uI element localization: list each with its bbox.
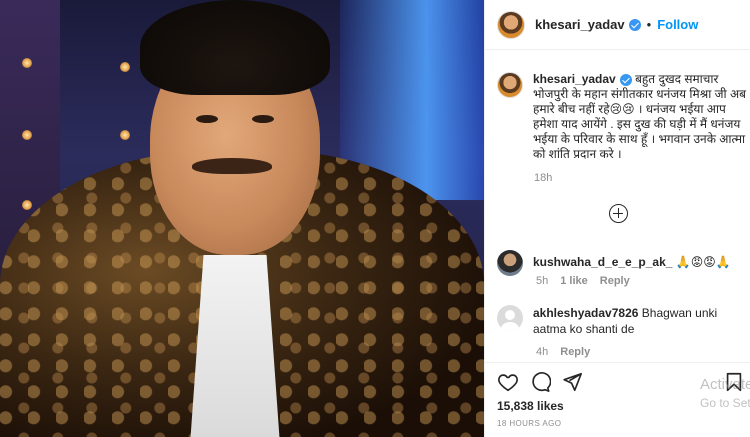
comment-likes[interactable]: 1 like — [560, 275, 588, 287]
separator-dot: • — [646, 17, 652, 32]
default-avatar-icon[interactable] — [497, 305, 523, 331]
comment-meta: 5h 1 like Reply — [536, 275, 630, 287]
person-eye — [252, 115, 274, 123]
post-caption: khesari_yadav बहुत दुखद समाचार भोजपुरी क… — [497, 72, 747, 162]
likes-count[interactable]: 15,838 likes — [497, 399, 564, 413]
caption-author-avatar[interactable] — [497, 72, 523, 98]
comment-username[interactable]: akhleshyadav7826 — [533, 306, 638, 320]
comment-body: akhleshyadav7826 Bhagwan unki aatma ko s… — [533, 305, 747, 337]
caption-timestamp[interactable]: 18h — [534, 172, 552, 184]
comment-time[interactable]: 5h — [536, 275, 548, 287]
stage-light — [22, 130, 32, 140]
activation-watermark: Activate — [700, 376, 750, 393]
person-hair — [140, 0, 330, 95]
commenter-avatar[interactable] — [497, 250, 523, 276]
comment-item: akhleshyadav7826 Bhagwan unki aatma ko s… — [497, 305, 747, 337]
person-eye — [196, 115, 218, 123]
post-photo[interactable] — [0, 0, 484, 437]
comment-icon[interactable] — [529, 371, 551, 393]
comment-username[interactable]: kushwaha_d_e_e_p_ak_ — [533, 255, 672, 269]
stage-light — [22, 200, 32, 210]
verified-badge-icon — [628, 18, 641, 31]
post-header: khesari_yadav • Follow — [485, 0, 750, 50]
person-mustache — [192, 158, 272, 174]
stage-light — [120, 62, 130, 72]
post-sidebar: khesari_yadav • Follow khesari_yadav बहु… — [484, 0, 750, 437]
person-shirt — [190, 255, 280, 437]
follow-button[interactable]: Follow — [657, 17, 698, 32]
reply-button[interactable]: Reply — [560, 346, 590, 358]
comment-body: kushwaha_d_e_e_p_ak_ 🙏😡😡🙏 — [533, 250, 731, 276]
comment-meta: 4h Reply — [536, 346, 590, 358]
author-username[interactable]: khesari_yadav — [535, 17, 625, 32]
comment-text: 🙏😡😡🙏 — [675, 255, 731, 269]
post-timestamp[interactable]: 18 HOURS AGO — [497, 419, 561, 428]
author-avatar[interactable] — [497, 10, 525, 39]
comment-item: kushwaha_d_e_e_p_ak_ 🙏😡😡🙏 — [497, 250, 747, 276]
stage-light — [120, 130, 130, 140]
activation-watermark-sub: Go to Set — [700, 396, 750, 410]
verified-badge-icon — [619, 73, 632, 86]
comment-time[interactable]: 4h — [536, 346, 548, 358]
heart-icon[interactable] — [497, 371, 519, 393]
reply-button[interactable]: Reply — [600, 275, 630, 287]
paper-plane-icon[interactable] — [561, 371, 583, 393]
caption-username[interactable]: khesari_yadav — [533, 72, 616, 86]
stage-light — [22, 58, 32, 68]
plus-circle-icon[interactable] — [609, 204, 628, 223]
caption-body: khesari_yadav बहुत दुखद समाचार भोजपुरी क… — [533, 72, 747, 162]
